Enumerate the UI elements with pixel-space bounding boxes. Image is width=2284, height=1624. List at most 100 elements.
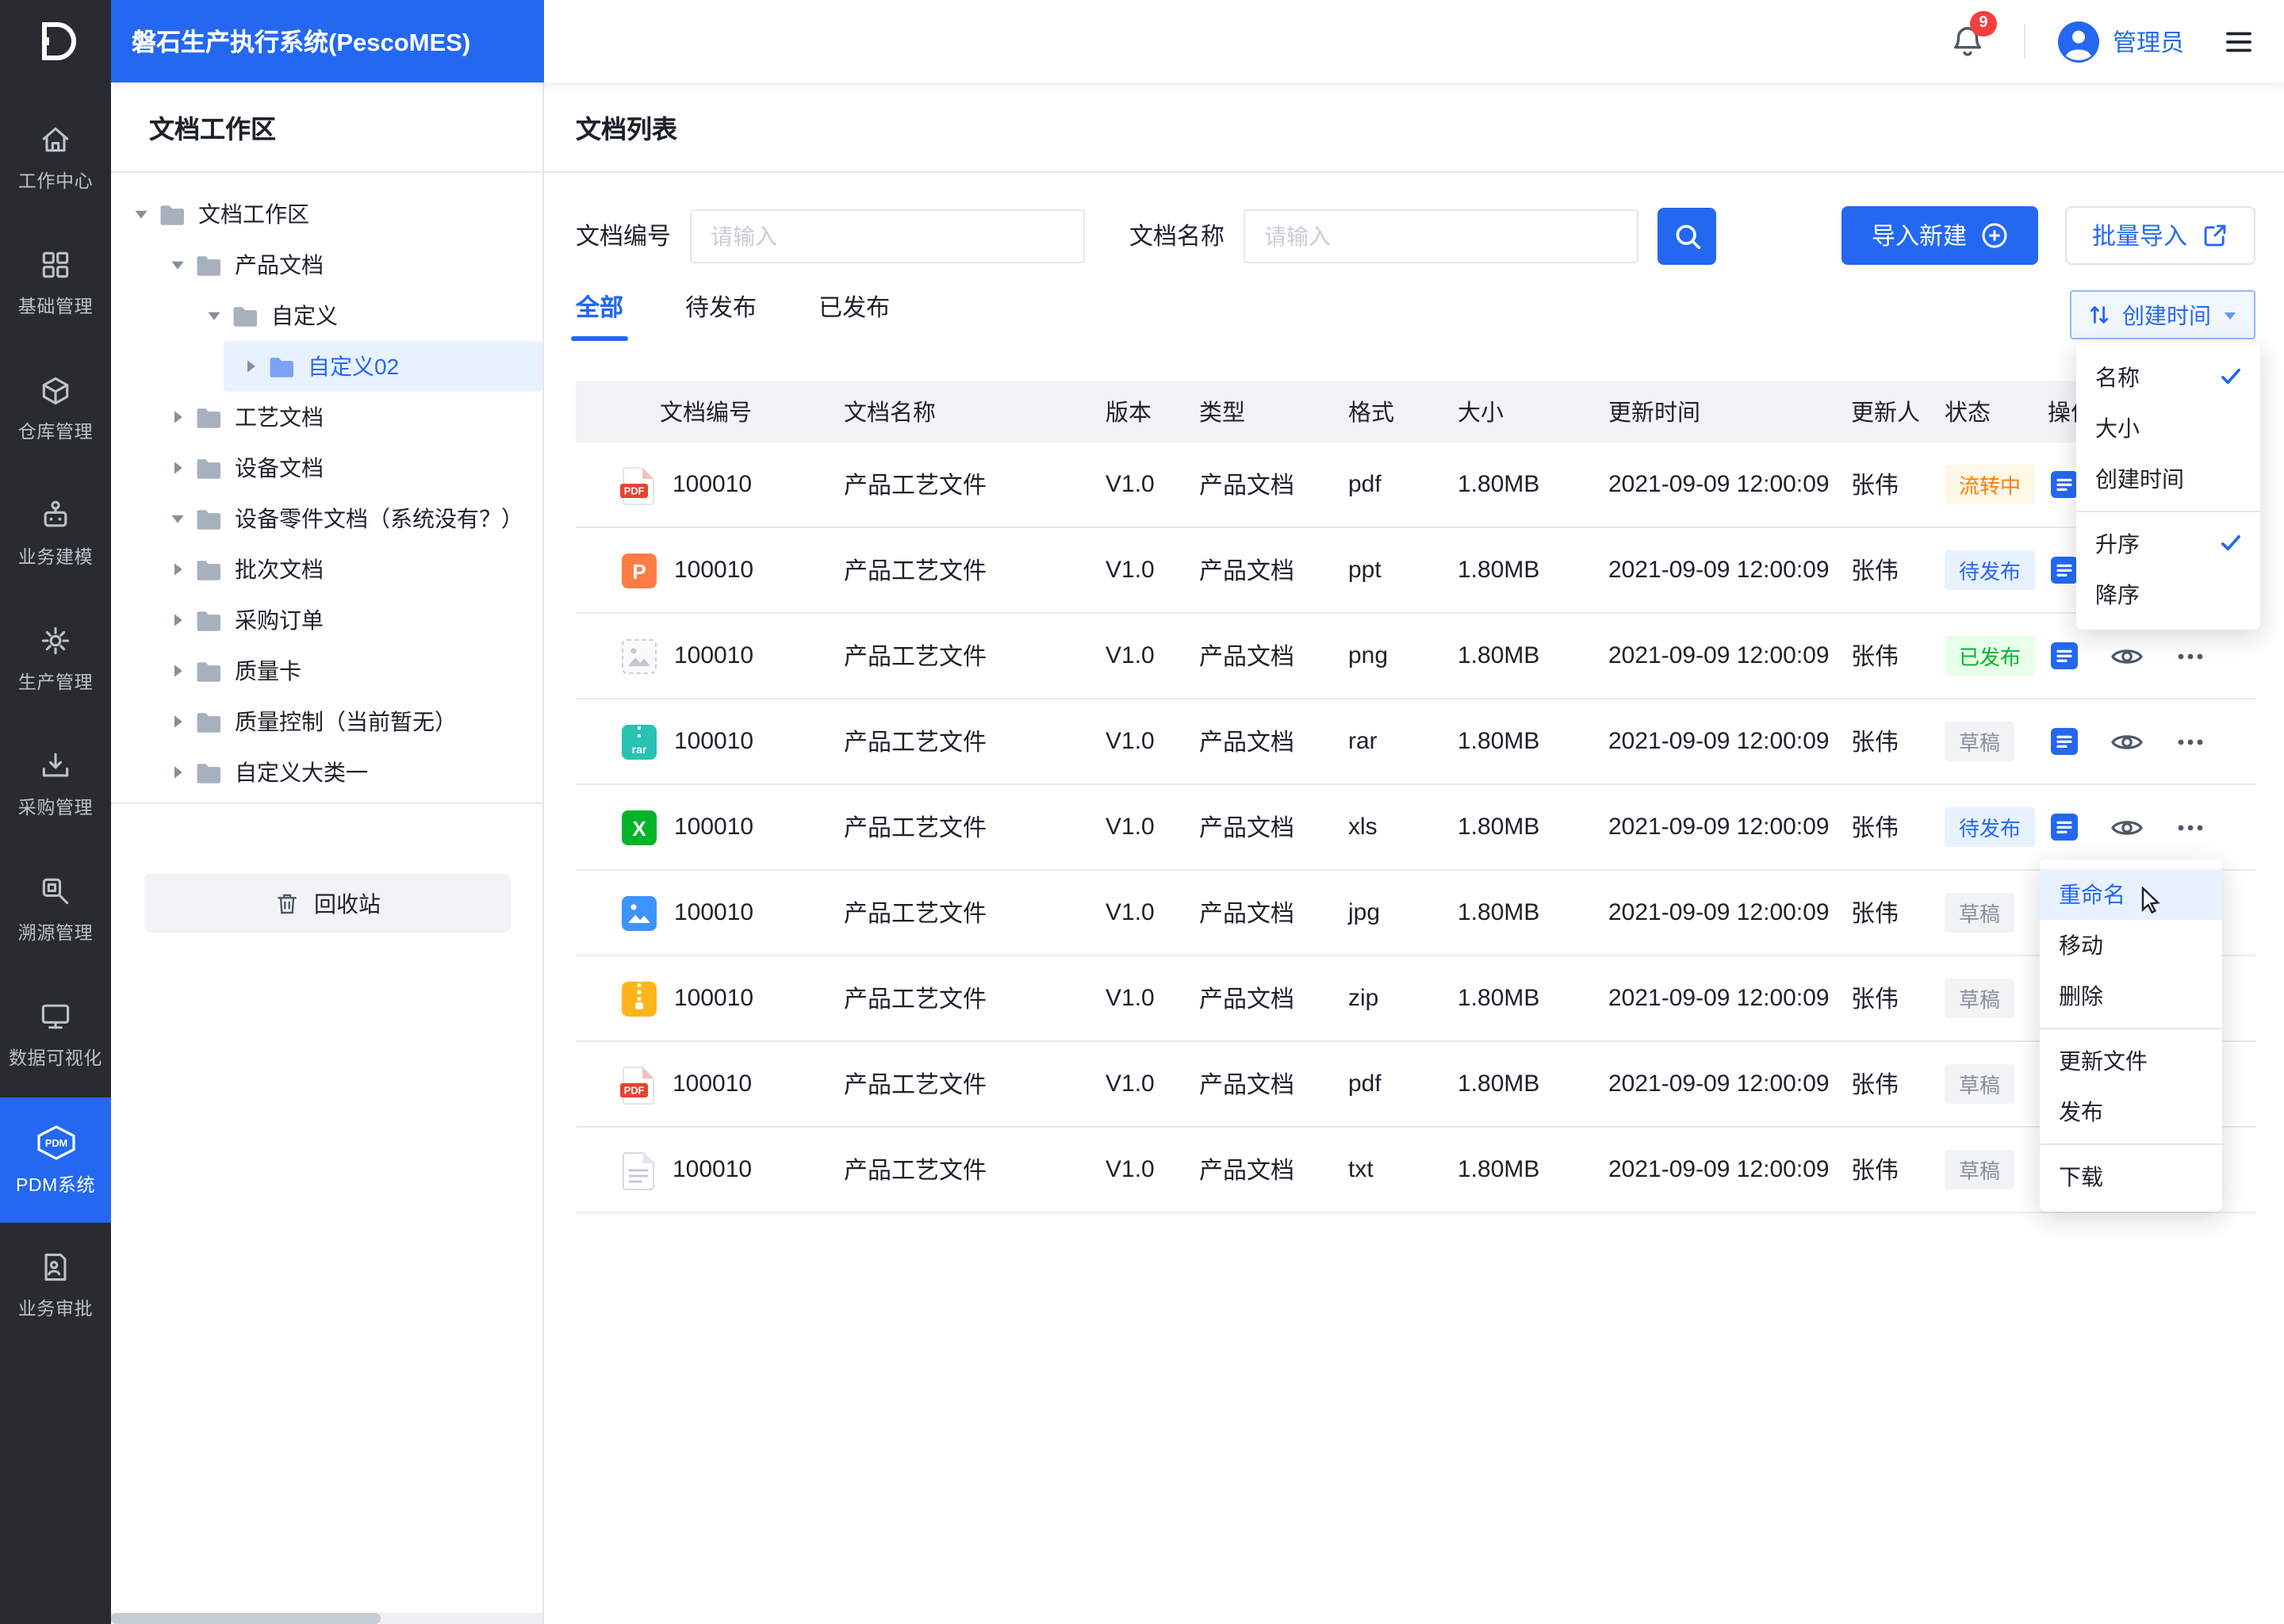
caret-right-icon[interactable] [167,612,189,628]
content-area: 文档编号 文档名称 导入新建 批量导入 全部 待发布 已发布 [544,173,2284,1213]
doc-name-label: 文档名称 [1129,224,1225,251]
status-badge: 草稿 [1945,1150,2015,1189]
preview-button[interactable] [2110,638,2144,673]
column-header: 类型 [1199,401,1245,427]
more-actions-button[interactable] [2173,810,2208,845]
caret-down-icon[interactable] [130,206,152,222]
context-menu-item[interactable]: 删除 [2040,971,2222,1021]
caret-right-icon[interactable] [167,663,189,679]
approval-icon [38,1250,73,1285]
caret-down-icon[interactable] [167,257,189,273]
doc-updated: 2021-09-09 12:00:09 [1608,728,1830,755]
tree-node[interactable]: 自定义大类一 [111,747,542,798]
sort-dropdown-menu: 名称 大小 创建时间升序 降序 [2076,343,2260,630]
sidebar-item-label: 生产管理 [17,674,94,693]
folder-icon [195,456,222,480]
caret-down-icon[interactable] [167,511,189,527]
sort-field-option[interactable]: 名称 [2076,352,2260,403]
caret-right-icon[interactable] [167,714,189,730]
doc-name: 产品工艺文件 [844,473,987,500]
doc-name-input[interactable] [1244,209,1639,262]
doc-no-label: 文档编号 [576,224,672,251]
sidebar-item-7[interactable]: 溯源管理 [0,847,111,972]
sort-field-option[interactable]: 大小 [2076,403,2260,454]
tree-node[interactable]: 质量卡 [111,645,542,696]
detail-button[interactable] [2048,639,2081,672]
caret-down-icon[interactable] [203,308,225,324]
doc-size: 1.80MB [1458,1071,1540,1097]
document-tree: 文档工作区 产品文档 自定义 自定义02 工艺文档设备文档设备零件文档（系统没有？） 批次… [111,173,542,798]
tree-node[interactable]: 文档工作区 [111,189,542,239]
tree-node[interactable]: 产品文档 [111,239,542,290]
detail-button[interactable] [2048,810,2081,844]
sidebar-item-1[interactable]: 工作中心 [0,95,111,220]
context-menu-item[interactable]: 更新文件 [2040,1036,2222,1086]
warehouse-icon [38,373,73,408]
notifications-button[interactable]: 9 [1949,10,1997,59]
user-menu[interactable]: 管理员 [2057,20,2184,63]
doc-updater: 张伟 [1851,730,1899,756]
tree-node[interactable]: 质量控制（当前暂无） [111,696,542,747]
detail-button[interactable] [2048,725,2081,758]
doc-type: 产品文档 [1199,558,1295,585]
tree-node[interactable]: 设备零件文档（系统没有？） [111,493,542,544]
import-new-button[interactable]: 导入新建 [1841,206,2038,265]
caret-right-icon[interactable] [240,358,262,374]
tree-node[interactable]: 设备文档 [111,442,542,493]
recycle-bin-button[interactable]: 回收站 [144,874,511,933]
caret-right-icon[interactable] [167,460,189,476]
sort-field-option[interactable]: 创建时间 [2076,454,2260,504]
caret-right-icon[interactable] [167,409,189,425]
context-menu-item[interactable]: 重命名 [2040,869,2222,920]
tabs-bar: 全部 待发布 已发布 创建时间 [570,290,2255,341]
preview-button[interactable] [2110,810,2144,845]
context-menu-item[interactable]: 发布 [2040,1086,2222,1137]
sidebar-item-5[interactable]: 生产管理 [0,596,111,722]
doc-no-cell: P 100010 [619,550,844,591]
folder-icon [195,405,222,429]
tab-1[interactable]: 全部 [570,290,629,341]
scrollbar-thumb[interactable] [111,1613,381,1624]
batch-import-button[interactable]: 批量导入 [2064,206,2255,265]
plus-circle-icon [1982,223,2007,248]
horizontal-scrollbar[interactable] [111,1613,542,1624]
tree-node-label: 设备文档 [235,455,324,481]
context-menu-item[interactable]: 移动 [2040,920,2222,971]
more-actions-button[interactable] [2173,724,2208,759]
sidebar-item-4[interactable]: 业务建模 [0,471,111,596]
sidebar-item-8[interactable]: 数据可视化 [0,972,111,1097]
caret-right-icon[interactable] [167,764,189,780]
context-menu-item[interactable]: 下载 [2040,1151,2222,1202]
sort-control[interactable]: 创建时间 [2070,290,2255,339]
doc-no-cell: PDF 100010 [619,464,844,505]
sort-order-option[interactable]: 降序 [2076,569,2260,620]
tab-3[interactable]: 已发布 [818,290,890,341]
sidebar-item-9[interactable]: PDM PDM系统 [0,1097,111,1223]
preview-button[interactable] [2110,724,2144,759]
tree-node[interactable]: 自定义02 [224,341,542,392]
more-ellipsis-icon [2173,810,2208,845]
hamburger-menu-icon[interactable] [2222,25,2255,58]
folder-icon [195,659,222,683]
chevron-down-icon [2224,312,2236,320]
doc-no-input[interactable] [690,209,1086,262]
caret-right-icon[interactable] [167,561,189,577]
folder-icon [195,760,222,784]
sidebar-item-2[interactable]: 基础管理 [0,220,111,346]
tree-node[interactable]: 工艺文档 [111,392,542,442]
doc-no-cell: 100010 [619,892,844,933]
search-button[interactable] [1657,207,1717,264]
tab-2[interactable]: 待发布 [685,290,757,341]
sidebar-item-6[interactable]: 采购管理 [0,722,111,847]
tree-node[interactable]: 自定义 [111,290,542,341]
tree-node[interactable]: 采购订单 [111,595,542,645]
sidebar-item-3[interactable]: 仓库管理 [0,346,111,471]
tree-node-label: 质量卡 [235,658,301,684]
more-actions-button[interactable] [2173,638,2208,673]
doc-no: 100010 [674,642,754,669]
sidebar-item-10[interactable]: 业务审批 [0,1223,111,1348]
tree-node[interactable]: 批次文档 [111,544,542,595]
search-icon [1675,224,1700,249]
jpg-file-icon [619,892,660,933]
sort-order-option[interactable]: 升序 [2076,519,2260,569]
